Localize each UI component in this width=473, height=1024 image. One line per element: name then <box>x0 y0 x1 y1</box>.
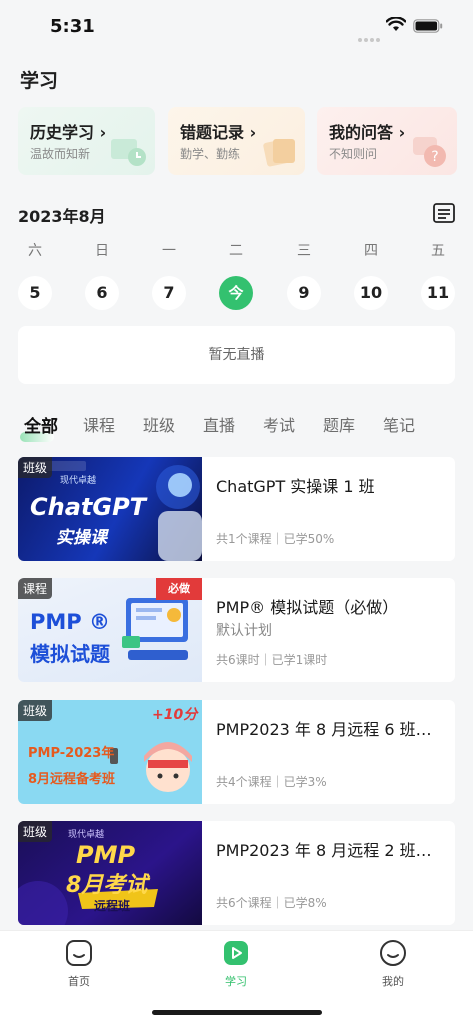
course-title: ChatGPT 实操课 1 班 <box>216 477 375 496</box>
filter-tabs: 全部 课程 班级 直播 考试 题库 笔记 <box>0 408 473 442</box>
weekday-label: 四 <box>364 243 378 259</box>
calendar-day-11[interactable]: 五 11 <box>418 240 458 310</box>
course-progress: 共1个课程｜已学50% <box>216 532 335 546</box>
tab-notes[interactable]: 笔记 <box>383 412 415 436</box>
course-type-tag: 班级 <box>18 700 53 721</box>
thumb-footer: 远程班 <box>94 899 131 913</box>
history-card-title: 历史学习 › <box>30 123 107 142</box>
calendar-day-7[interactable]: 一 7 <box>149 240 189 310</box>
course-title: PMP2023 年 8 月远程 6 班网络班 <box>216 720 442 739</box>
weekday-label: 三 <box>297 243 311 259</box>
tab-classes[interactable]: 班级 <box>143 412 175 436</box>
thumb-subtitle: 8月远程备考班 <box>28 772 116 787</box>
svg-text:?: ? <box>431 149 438 165</box>
tabbar-home-label: 首页 <box>68 975 90 988</box>
tab-courses[interactable]: 课程 <box>83 412 115 436</box>
notebook-icon <box>263 139 295 167</box>
status-bar: 5:31 <box>0 0 473 52</box>
page-title: 学习 <box>20 70 59 92</box>
course-type-tag: 班级 <box>18 457 53 478</box>
course-plan: 默认计划 <box>216 623 272 639</box>
tab-question-bank[interactable]: 题库 <box>323 412 355 436</box>
calendar-day-5[interactable]: 六 5 <box>15 240 55 310</box>
my-questions-card-title: 我的问答 › <box>329 123 406 142</box>
day-number: 9 <box>287 276 321 310</box>
tabbar-home[interactable]: 首页 <box>49 939 109 989</box>
profile-icon <box>380 940 406 966</box>
course-thumbnail: 现代卓越 ChatGPT 实操课 班级 <box>18 457 202 561</box>
mistakes-card[interactable]: 错题记录 › 勤学、勤练 <box>168 107 305 175</box>
tabbar-study[interactable]: 学习 <box>206 939 266 989</box>
thumb-subtitle: 实操课 <box>56 528 107 548</box>
course-title: PMP® 模拟试题（必做） <box>216 598 399 617</box>
signal-icon <box>358 27 382 46</box>
play-icon <box>224 941 248 965</box>
thumb-title: PMP ® <box>30 610 110 634</box>
day-number: 5 <box>18 276 52 310</box>
thumb-subtitle: 模拟试题 <box>30 642 110 666</box>
tabbar-me[interactable]: 我的 <box>363 939 423 989</box>
calendar-day-6[interactable]: 日 6 <box>82 240 122 310</box>
weekday-label: 五 <box>431 243 445 259</box>
thumb-title: PMP-2023年 <box>28 746 115 761</box>
thumb-badge: 必做 <box>156 578 202 600</box>
day-number: 10 <box>354 276 388 310</box>
course-progress: 共4个课程｜已学3% <box>216 775 327 789</box>
course-card-pmp-class-2[interactable]: 现代卓越 PMP 8月考试 远程班 班级 PMP2023 年 8 月远程 2 班… <box>18 821 455 925</box>
wifi-icon <box>386 17 406 31</box>
calendar-day-9[interactable]: 三 9 <box>284 240 324 310</box>
calendar-day-today[interactable]: 二 今 <box>216 240 256 310</box>
course-thumbnail: 必做 PMP ® 模拟试题 课程 <box>18 578 202 682</box>
status-time: 5:31 <box>50 16 95 37</box>
battery-icon <box>413 19 443 33</box>
weekday-label: 一 <box>162 243 176 259</box>
day-number: 11 <box>421 276 455 310</box>
day-number: 7 <box>152 276 186 310</box>
weekday-label: 六 <box>28 243 42 259</box>
home-indicator <box>152 1010 322 1015</box>
thumb-badge: +10分 <box>152 707 198 723</box>
thumb-title: ChatGPT <box>30 493 147 521</box>
history-icon <box>111 139 146 166</box>
mistakes-card-title: 错题记录 › <box>180 123 257 142</box>
day-number-today: 今 <box>219 276 253 310</box>
question-icon: ? <box>413 137 446 167</box>
tabbar-me-label: 我的 <box>382 975 404 988</box>
tab-exams[interactable]: 考试 <box>263 412 295 436</box>
history-card[interactable]: 历史学习 › 温故而知新 <box>18 107 155 175</box>
weekday-label: 二 <box>229 243 243 259</box>
day-number: 6 <box>85 276 119 310</box>
tab-all[interactable]: 全部 <box>24 412 58 437</box>
home-icon <box>66 940 92 966</box>
live-empty-state: 暂无直播 <box>18 326 455 384</box>
calendar-month: 2023年8月 <box>18 207 106 226</box>
course-card-chatgpt[interactable]: 现代卓越 ChatGPT 实操课 班级 ChatGPT 实操课 1 班 共1个课… <box>18 457 455 561</box>
course-title: PMP2023 年 8 月远程 2 班网络班 <box>216 841 442 860</box>
course-thumbnail: +10分 PMP-2023年 8月远程备考班 班级 <box>18 700 202 804</box>
course-thumbnail: 现代卓越 PMP 8月考试 远程班 班级 <box>18 821 202 925</box>
calendar-day-10[interactable]: 四 10 <box>351 240 391 310</box>
course-progress: 共6课时｜已学1课时 <box>216 653 328 667</box>
weekday-label: 日 <box>95 243 109 259</box>
course-progress: 共6个课程｜已学8% <box>216 896 327 910</box>
course-type-tag: 班级 <box>18 821 53 842</box>
thumb-subtitle: 8月考试 <box>66 873 148 898</box>
my-questions-card[interactable]: 我的问答 › 不知则问 ? <box>317 107 457 175</box>
mistakes-card-subtitle: 勤学、勤练 <box>180 147 241 161</box>
thumb-title: PMP <box>76 841 136 869</box>
tabbar-study-label: 学习 <box>225 975 247 988</box>
history-card-subtitle: 温故而知新 <box>30 147 91 161</box>
thumb-brand: 现代卓越 <box>68 830 105 840</box>
thumb-brand: 现代卓越 <box>60 476 97 486</box>
tab-live[interactable]: 直播 <box>203 412 235 436</box>
schedule-list-icon[interactable] <box>433 203 455 223</box>
my-questions-card-subtitle: 不知则问 <box>329 147 378 161</box>
course-type-tag: 课程 <box>18 578 53 599</box>
course-card-pmp-mock[interactable]: 必做 PMP ® 模拟试题 课程 PMP® 模拟试题（必做） 默认计划 共6课时… <box>18 578 455 682</box>
course-card-pmp-class-6[interactable]: +10分 PMP-2023年 8月远程备考班 班级 PMP2023 年 8 月远… <box>18 700 455 804</box>
